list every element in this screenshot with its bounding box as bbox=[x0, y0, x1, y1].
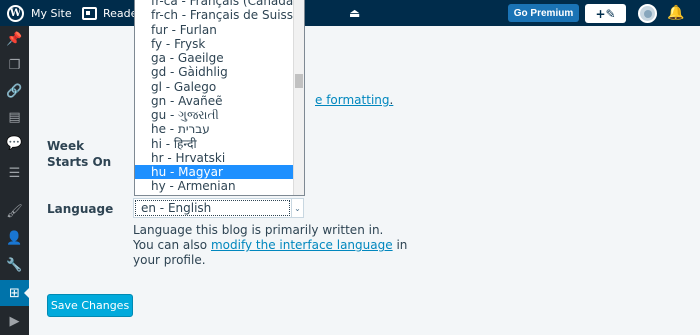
dropdown-option[interactable]: hi - हिन्दी bbox=[135, 137, 293, 151]
dropdown-option[interactable]: he - עברית bbox=[135, 122, 293, 136]
dropdown-scrollbar[interactable] bbox=[293, 0, 304, 195]
collapse-menu-icon[interactable]: ▶ bbox=[0, 308, 29, 334]
reader-link[interactable]: Reader bbox=[82, 0, 142, 26]
pages-icon[interactable]: ▤ bbox=[0, 104, 29, 130]
dropdown-scrollbar-thumb[interactable] bbox=[295, 74, 303, 88]
dropdown-option[interactable]: fr-ca - Français (Canada) bbox=[135, 0, 298, 8]
week-starts-label: Week Starts On bbox=[47, 139, 112, 169]
masterbar: W My Site Reader ⏏ Go Premium +✎ 🔔 bbox=[0, 0, 700, 26]
reader-icon bbox=[82, 6, 97, 20]
dropdown-option[interactable]: fur - Furlan bbox=[135, 23, 293, 37]
feedback-icon[interactable]: ☰ bbox=[0, 160, 29, 186]
language-label: Language bbox=[47, 202, 114, 216]
language-select-value: en - English bbox=[135, 200, 290, 216]
media-icon[interactable]: ❐ bbox=[0, 52, 29, 78]
language-select[interactable]: en - English ⌄ bbox=[133, 198, 304, 218]
comments-icon[interactable]: 💬 bbox=[0, 130, 29, 156]
dropdown-option[interactable]: fy - Frysk bbox=[135, 37, 293, 51]
settings-icon[interactable]: ⊞ bbox=[0, 280, 29, 306]
link-icon[interactable]: 🔗 bbox=[0, 78, 29, 104]
chevron-down-icon[interactable]: ⌄ bbox=[291, 199, 303, 217]
my-site-link[interactable]: My Site bbox=[31, 0, 72, 26]
settings-panel: e formatting. Week Starts On Language en… bbox=[29, 26, 700, 335]
language-description: Language this blog is primarily written … bbox=[133, 223, 423, 268]
dropdown-option[interactable]: gd - Gàidhlig bbox=[135, 65, 293, 79]
dropdown-option[interactable]: gn - Avañeẽ bbox=[135, 94, 293, 108]
tools-icon[interactable]: 🔧 bbox=[0, 252, 29, 278]
dropdown-option[interactable]: ga - Gaeilge bbox=[135, 51, 293, 65]
dropdown-option[interactable]: fr-ch - Français de Suisse bbox=[135, 8, 300, 22]
dropdown-option[interactable]: hu - Magyar bbox=[135, 165, 293, 179]
dropdown-option[interactable]: hy - Armenian bbox=[135, 179, 293, 193]
formatting-link-period: . bbox=[389, 93, 394, 107]
dropdown-option[interactable]: hr - Hrvatski bbox=[135, 151, 293, 165]
users-icon[interactable]: 👤 bbox=[0, 225, 29, 251]
save-changes-button[interactable]: Save Changes bbox=[47, 294, 133, 317]
wordpress-logo-icon[interactable]: W bbox=[7, 0, 24, 26]
go-premium-button[interactable]: Go Premium bbox=[508, 4, 579, 22]
language-description-prefix: You can also bbox=[133, 238, 208, 252]
admin-sidebar: 📌 ❐ 🔗 ▤ 💬 ☰ 🖌 👤 🔧 ⊞ ▶ bbox=[0, 26, 29, 335]
language-description-line: Language this blog is primarily written … bbox=[133, 223, 384, 237]
language-dropdown-list[interactable]: fr-ca - Français (Canada) fr-ch - Françai… bbox=[134, 0, 305, 196]
formatting-link[interactable]: e formatting. bbox=[315, 93, 393, 107]
dropdown-option[interactable]: gu - ગુજરાતી bbox=[135, 108, 293, 122]
eject-up-icon[interactable]: ⏏ bbox=[349, 0, 360, 26]
appearance-icon[interactable]: 🖌 bbox=[0, 198, 29, 224]
formatting-link-text[interactable]: e formatting bbox=[315, 93, 390, 107]
modify-interface-language-link[interactable]: modify the interface language bbox=[211, 238, 393, 252]
dropdown-option[interactable]: gl - Galego bbox=[135, 80, 293, 94]
avatar[interactable] bbox=[638, 4, 657, 23]
notifications-bell-icon[interactable]: 🔔 bbox=[667, 4, 685, 22]
pin-icon[interactable]: 📌 bbox=[0, 26, 29, 52]
write-post-button[interactable]: +✎ bbox=[585, 4, 626, 23]
